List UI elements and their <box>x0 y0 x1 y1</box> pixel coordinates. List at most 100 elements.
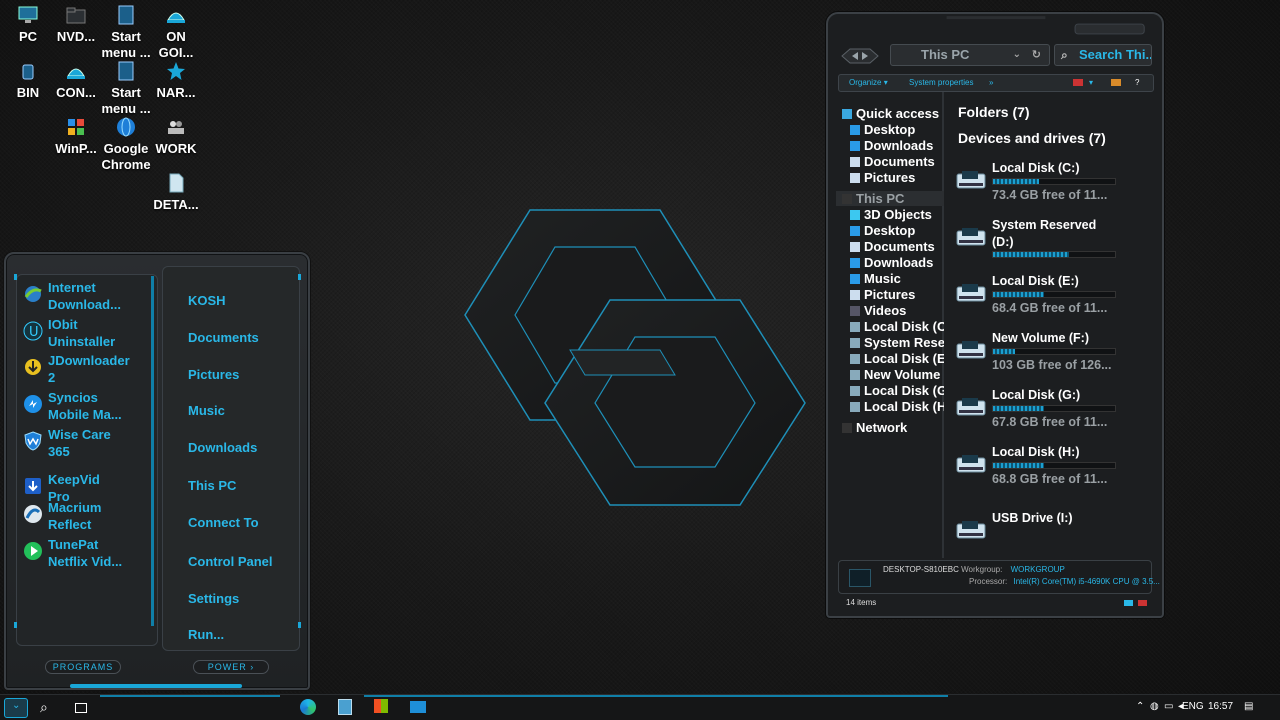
chevron-up-icon[interactable]: ⌃ <box>1136 701 1144 712</box>
start-menu-program[interactable]: Internet Download... <box>22 280 124 313</box>
flag-icon[interactable] <box>1073 79 1083 86</box>
nav-item[interactable]: New Volume (F:) <box>850 367 944 382</box>
drive-usage-bar <box>992 462 1116 469</box>
app-icon <box>115 4 137 26</box>
nav-item[interactable]: Downloads <box>850 255 933 270</box>
search-box[interactable]: ⌕ Search Thi... <box>1054 44 1152 66</box>
start-menu-place[interactable]: Music <box>188 403 225 418</box>
desktop-icon-item[interactable]: Start menu ... <box>98 4 154 61</box>
system-properties-button[interactable]: System properties <box>909 75 973 91</box>
drives-group-header[interactable]: Devices and drives (7) <box>958 130 1106 146</box>
start-menu-place[interactable]: Run... <box>188 627 224 642</box>
store-icon[interactable] <box>374 699 392 717</box>
start-menu-place[interactable]: Downloads <box>188 440 257 455</box>
start-menu-place[interactable]: Control Panel <box>188 554 273 569</box>
start-menu-program[interactable]: Macrium Reflect <box>22 500 124 533</box>
nav-item[interactable]: Local Disk (H:) <box>850 399 944 414</box>
start-menu-place[interactable]: This PC <box>188 478 236 493</box>
drive-icon <box>850 353 860 364</box>
nav-item[interactable]: Network <box>842 420 907 435</box>
window-titlebar[interactable] <box>828 14 1162 44</box>
mail-icon[interactable] <box>410 699 428 717</box>
folder-icon <box>65 4 87 26</box>
folders-group-header[interactable]: Folders (7) <box>958 104 1030 120</box>
desktop-icon-label: Google Chrome <box>101 141 151 172</box>
start-menu-place[interactable]: Connect To <box>188 515 259 530</box>
nav-item[interactable]: Documents <box>850 239 935 254</box>
chevron-down-icon[interactable]: ▾ <box>1089 75 1093 91</box>
desktop-icon-item[interactable]: Google Chrome <box>98 116 154 173</box>
nav-item[interactable]: Local Disk (G:) <box>850 383 944 398</box>
refresh-icon[interactable]: ↻ <box>1032 45 1041 65</box>
desktop-icon-label: BIN <box>16 85 40 100</box>
nav-item[interactable]: Documents📌 <box>850 154 935 169</box>
start-menu-place[interactable]: Pictures <box>188 367 239 382</box>
desktop-icon-item[interactable]: Start menu ... <box>98 60 154 117</box>
folder-icon[interactable] <box>1111 79 1121 86</box>
document-icon <box>165 172 187 194</box>
edge-icon[interactable] <box>300 699 318 717</box>
drive-free-space: 73.4 GB free of 11... <box>992 188 1108 202</box>
desktop-icon-item[interactable]: CON... <box>48 60 104 101</box>
drive-icon <box>956 455 986 473</box>
search-taskbar-icon[interactable]: ⌕ <box>40 699 58 717</box>
organize-menu[interactable]: Organize ▾ <box>849 75 888 91</box>
start-menu-place[interactable]: Documents <box>188 330 259 345</box>
nav-item[interactable]: Desktop📌 <box>850 122 915 137</box>
desktop-icon <box>850 225 860 236</box>
nav-item[interactable]: Quick access <box>842 106 939 121</box>
desktop-icon-item[interactable]: WORK <box>148 116 204 157</box>
start-button[interactable]: ⌄ <box>4 698 28 718</box>
help-icon[interactable]: ? <box>1135 75 1139 91</box>
start-menu-place[interactable]: Settings <box>188 591 239 606</box>
nav-item[interactable]: Local Disk (C:) <box>850 319 944 334</box>
clock[interactable]: 16:57 <box>1208 701 1233 712</box>
desktop-icon-item[interactable]: ON GOI... <box>148 4 204 61</box>
content-pane: Folders (7) Devices and drives (7) Local… <box>946 92 1156 558</box>
start-menu-program[interactable]: TunePat Netflix Vid... <box>22 537 124 570</box>
desktop-icon-item[interactable]: NAR... <box>148 60 204 101</box>
computer-thumbnail <box>849 569 871 587</box>
workgroup-value: WORKGROUP <box>1010 565 1065 574</box>
nav-item[interactable]: Videos <box>850 303 906 318</box>
nav-item-label: Quick access <box>856 106 940 121</box>
nav-item-label: Pictures <box>864 287 916 302</box>
nav-back-forward-button[interactable] <box>840 47 884 65</box>
globe-icon[interactable]: ◍ <box>1150 701 1159 712</box>
power-button[interactable]: POWER › <box>193 660 269 674</box>
desktop-icon-item[interactable]: WinP... <box>48 116 104 157</box>
start-menu-program[interactable]: Wise Care 365 <box>22 427 124 460</box>
file-explorer-taskbar-icon[interactable] <box>338 699 356 717</box>
nav-item[interactable]: Music <box>850 271 901 286</box>
task-view-icon[interactable] <box>72 699 90 717</box>
chevron-down-icon[interactable]: ⌄ <box>1013 45 1021 65</box>
nav-item[interactable]: Pictures <box>850 287 915 302</box>
desktop-icon <box>850 124 860 135</box>
nav-item-label: Local Disk (H:) <box>864 399 944 414</box>
start-menu-program[interactable]: JDownloader 2 <box>22 353 130 386</box>
drive-free-space: 67.8 GB free of 11... <box>992 415 1108 429</box>
more-commands-button[interactable]: » <box>989 75 993 91</box>
start-menu-program[interactable]: U IObit Uninstaller <box>22 317 124 350</box>
network-tray-icon[interactable]: ▭ <box>1164 701 1173 712</box>
nav-item[interactable]: Local Disk (E:) <box>850 351 944 366</box>
programs-button[interactable]: PROGRAMS <box>45 660 121 674</box>
start-menu-program[interactable]: Syncios Mobile Ma... <box>22 390 124 423</box>
nav-item[interactable]: Pictures📌 <box>850 170 915 185</box>
drive-name: Local Disk (E:) <box>992 274 1079 288</box>
view-tiles-icon[interactable] <box>1138 600 1147 606</box>
view-details-icon[interactable] <box>1124 600 1133 606</box>
nav-item[interactable]: Downloads📌 <box>850 138 933 153</box>
nav-item[interactable]: System Reserved (D:) <box>850 335 944 350</box>
nav-item[interactable]: 3D Objects <box>850 207 932 222</box>
language-indicator[interactable]: ENG <box>1182 701 1204 712</box>
desktop-icon-item[interactable]: DETA... <box>148 172 204 213</box>
address-bar[interactable]: This PC ⌄ ↻ <box>890 44 1050 66</box>
nav-item[interactable]: Desktop <box>850 223 915 238</box>
power-button-label: POWER <box>207 662 247 672</box>
nav-item[interactable]: This PC <box>836 191 944 206</box>
start-menu-place[interactable]: KOSH <box>188 293 226 308</box>
desktop-icon-item[interactable]: NVD... <box>48 4 104 45</box>
notifications-icon[interactable]: ▤ <box>1244 701 1253 712</box>
hardhat-icon <box>65 60 87 82</box>
